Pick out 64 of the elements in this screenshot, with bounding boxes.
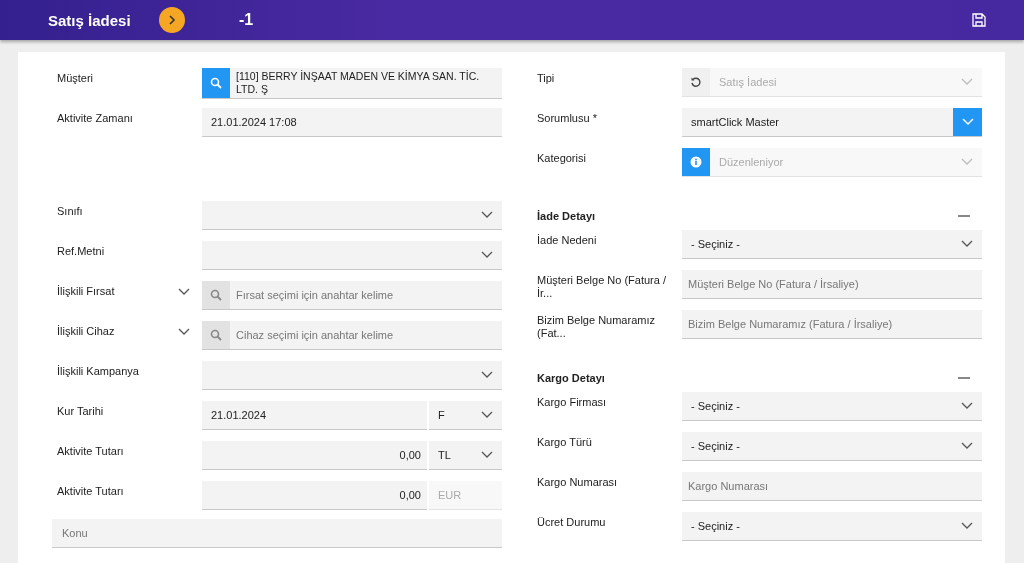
forward-button[interactable] bbox=[159, 7, 185, 33]
lookup-field[interactable]: Fırsat seçimi için anahtar kelime bbox=[202, 281, 502, 310]
field-label: Sınıfı bbox=[57, 205, 83, 218]
caret-icon[interactable] bbox=[961, 240, 973, 248]
field-label: Kategorisi bbox=[537, 152, 586, 165]
caret-icon[interactable] bbox=[481, 371, 493, 379]
caret-icon[interactable] bbox=[961, 522, 973, 530]
field-label: Kur Tarihi bbox=[57, 405, 104, 418]
section-title: Kargo Detayı bbox=[537, 372, 605, 384]
select-field: Düzenleniyor bbox=[682, 148, 982, 177]
select-field[interactable] bbox=[202, 361, 502, 390]
field-label: Kargo Türü bbox=[537, 436, 592, 449]
select-field[interactable]: - Seçiniz - bbox=[682, 512, 982, 541]
save-icon[interactable] bbox=[971, 12, 987, 28]
text-field[interactable]: Bizim Belge Numaramız (Fatura / İrsaliye) bbox=[682, 310, 982, 339]
unit-select[interactable]: TL bbox=[429, 441, 502, 470]
unit-select: EUR bbox=[429, 481, 502, 510]
field-label: İlişkili Kampanya bbox=[57, 365, 139, 378]
text-field[interactable]: 21.01.2024 17:08 bbox=[202, 108, 502, 137]
chevron-icon[interactable] bbox=[178, 288, 190, 296]
caret-icon[interactable] bbox=[481, 211, 493, 219]
field-label: İlişkili Fırsat bbox=[57, 285, 115, 298]
field-label: İlişkili Cihaz bbox=[57, 325, 115, 338]
page-title: Satış İadesi bbox=[48, 11, 132, 29]
section-title: İade Detayı bbox=[537, 210, 596, 222]
caret-icon[interactable] bbox=[961, 442, 973, 450]
field-label: Müşteri bbox=[57, 72, 94, 85]
text-field[interactable]: 0,00 bbox=[202, 441, 427, 470]
select-field[interactable] bbox=[202, 241, 502, 270]
record-number: -1 bbox=[239, 11, 254, 29]
unit-select[interactable]: F bbox=[429, 401, 502, 430]
field-label: Tipi bbox=[537, 72, 555, 85]
field-label: Kargo Numarası bbox=[537, 476, 618, 489]
text-field[interactable]: Kargo Numarası bbox=[682, 472, 982, 501]
lookup-field[interactable]: Cihaz seçimi için anahtar kelime bbox=[202, 321, 502, 350]
field-label: Aktivite Zamanı bbox=[57, 112, 133, 125]
field-label: Ücret Durumu bbox=[537, 516, 606, 529]
field-label: Aktivite Tutarı bbox=[57, 485, 124, 498]
field-label: Sorumlusu * bbox=[537, 112, 597, 125]
field-label: Müşteri Belge No (Fatura / İr... bbox=[537, 274, 667, 300]
select-field[interactable]: - Seçiniz - bbox=[682, 392, 982, 421]
text-field[interactable]: 21.01.2024 bbox=[202, 401, 427, 430]
field-label: İade Nedeni bbox=[537, 234, 597, 247]
caret-icon[interactable] bbox=[481, 411, 493, 419]
caret-icon[interactable] bbox=[481, 251, 493, 259]
text-field[interactable]: 0,00 bbox=[202, 481, 427, 510]
lookup-field[interactable]: [110] BERRY İNŞAAT MADEN VE KİMYA SAN. TİC. LTD. Ş bbox=[202, 68, 502, 99]
search-icon[interactable] bbox=[202, 281, 230, 309]
select-field[interactable] bbox=[202, 201, 502, 230]
chevron-icon[interactable] bbox=[166, 14, 178, 26]
caret-icon[interactable] bbox=[961, 402, 973, 410]
caret-icon[interactable] bbox=[481, 451, 493, 459]
field-label: Bizim Belge Numaramız (Fat... bbox=[537, 314, 656, 340]
field-label: Aktivite Tutarı bbox=[57, 445, 124, 458]
chevron-icon[interactable] bbox=[178, 328, 190, 336]
subject-field[interactable]: Konu bbox=[52, 519, 502, 548]
search-icon[interactable] bbox=[202, 68, 230, 98]
select-field[interactable]: - Seçiniz - bbox=[682, 230, 982, 259]
field-label: Kargo Firması bbox=[537, 396, 607, 409]
text-field[interactable]: Müşteri Belge No (Fatura / İrsaliye) bbox=[682, 270, 982, 299]
search-icon[interactable] bbox=[202, 321, 230, 349]
field-label: Ref.Metni bbox=[57, 245, 105, 258]
select-field[interactable]: - Seçiniz - bbox=[682, 432, 982, 461]
select-field: Satış İadesi bbox=[682, 68, 982, 97]
